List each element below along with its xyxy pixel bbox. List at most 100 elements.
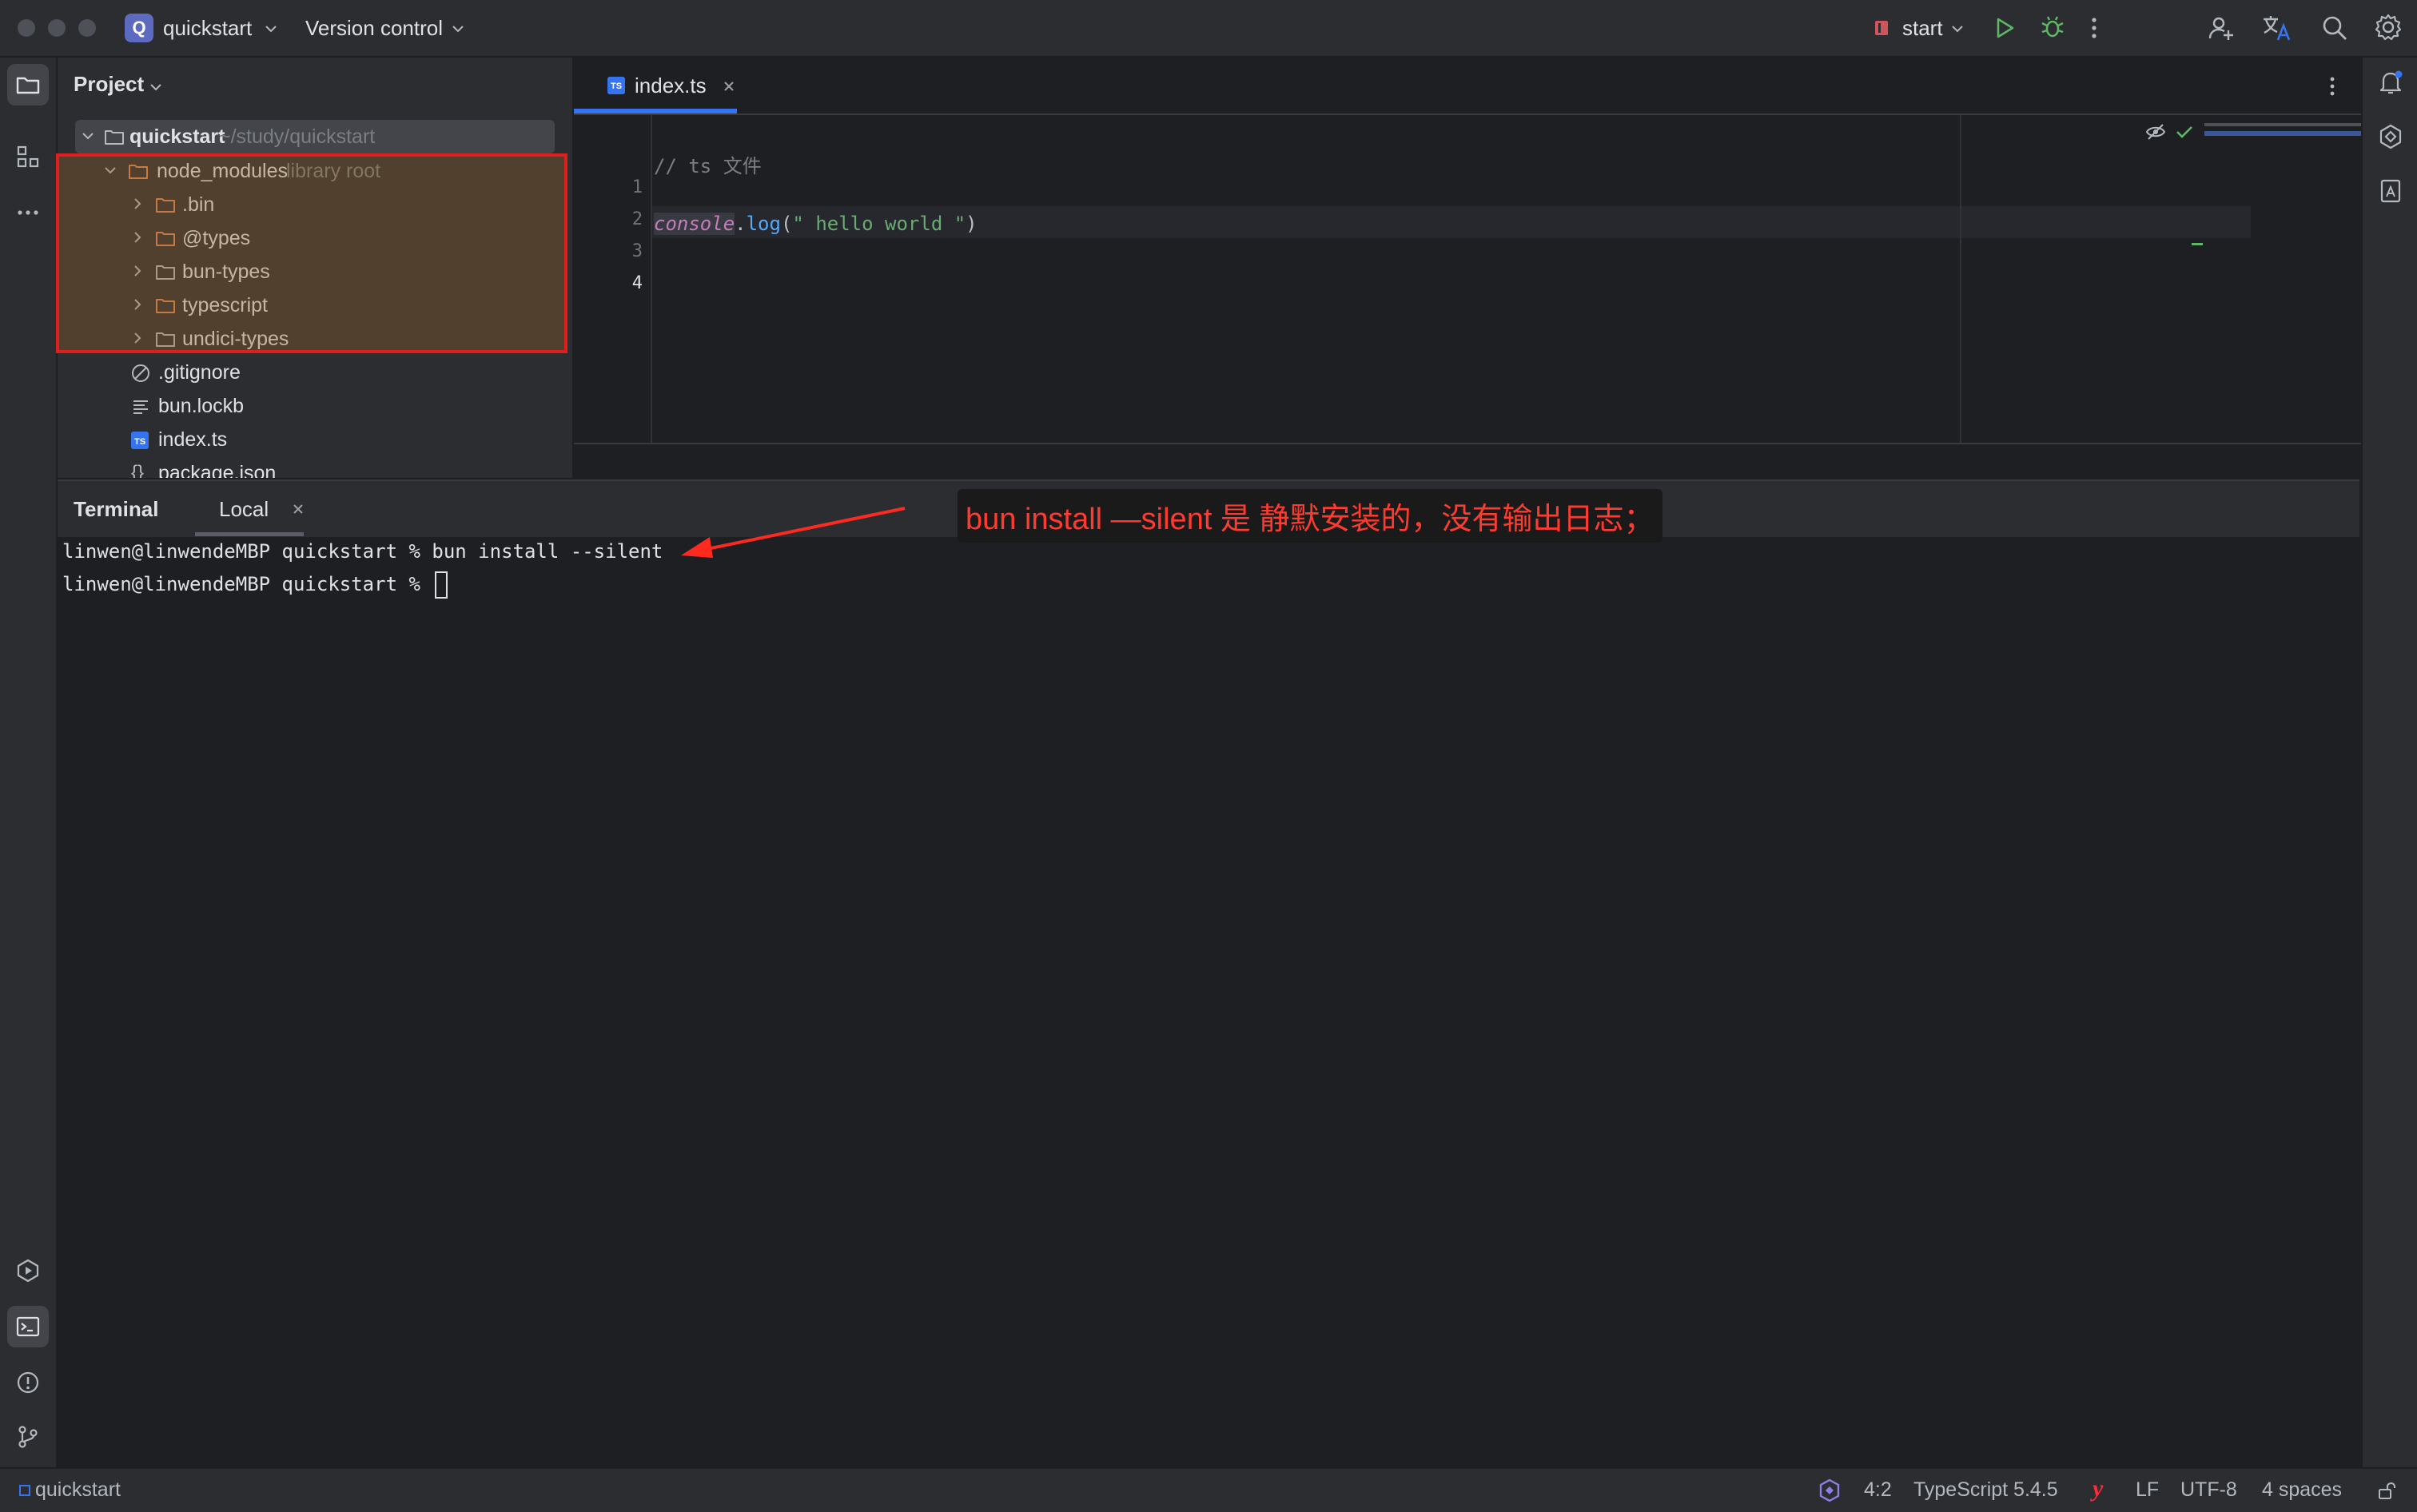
chevron-down-icon <box>265 26 277 33</box>
code-token-string: " hello world " <box>792 213 966 235</box>
file-name: .gitignore <box>158 361 241 384</box>
typescript-file-icon: TS <box>607 77 625 94</box>
check-icon[interactable] <box>2176 125 2193 139</box>
ignore-file-icon <box>132 364 149 382</box>
tree-row-package-json[interactable]: {} package.json <box>131 456 451 478</box>
terminal-output-line[interactable]: linwen@linwendeMBP quickstart % bun inst… <box>62 540 663 563</box>
services-icon <box>17 1259 39 1283</box>
version-control-menu[interactable]: Version control <box>305 16 443 41</box>
close-icon[interactable] <box>723 80 735 93</box>
window-minimize-button[interactable] <box>48 19 66 37</box>
annotation-arrow <box>681 507 906 558</box>
status-cursor-position[interactable]: 4:2 <box>1864 1478 1892 1502</box>
project-square-icon <box>19 1485 30 1496</box>
version-control-label: Version control <box>305 16 443 40</box>
status-encoding[interactable]: UTF-8 <box>2180 1478 2237 1502</box>
status-bar: quickstart 4:2 TypeScript 5.4.5 y LF UTF… <box>0 1467 2417 1512</box>
file-name: index.ts <box>158 428 228 451</box>
code-token-paren: ) <box>966 213 978 235</box>
project-panel-title-text: Project <box>74 72 145 96</box>
annotation-callout: bun install —silent 是 静默安装的，没有输出日志； <box>958 489 1662 543</box>
right-tool-strip <box>2361 58 2417 1467</box>
tree-row-gitignore[interactable]: .gitignore <box>131 356 451 389</box>
project-panel-title[interactable]: Project <box>74 72 144 97</box>
status-language[interactable]: TypeScript 5.4.5 <box>1913 1478 2058 1502</box>
tree-row-root[interactable]: quickstart ~/study/quickstart <box>75 120 555 153</box>
status-project[interactable]: quickstart <box>35 1478 121 1502</box>
window-zoom-button[interactable] <box>78 19 96 37</box>
minimap-viewport[interactable] <box>2204 131 2361 136</box>
terminal-tab-label: Local <box>219 497 269 521</box>
window-close-button[interactable] <box>18 19 35 37</box>
terminal-icon <box>16 1316 40 1337</box>
structure-tool-button[interactable] <box>7 136 49 177</box>
project-badge[interactable]: Q <box>125 14 153 42</box>
project-selector[interactable]: quickstart <box>163 16 252 41</box>
line-number: 2 <box>631 209 643 229</box>
project-name: quickstart <box>163 16 253 40</box>
tree-row-bun-lockb[interactable]: bun.lockb <box>131 389 451 423</box>
notifications-icon[interactable] <box>2377 69 2404 96</box>
terminal-tab-local[interactable]: Local <box>195 481 336 537</box>
git-branch-icon <box>18 1426 38 1448</box>
status-indent[interactable]: 4 spaces <box>2262 1478 2342 1502</box>
line-number: 3 <box>631 241 643 261</box>
run-config-label: start <box>1902 16 1943 40</box>
add-user-icon[interactable] <box>2208 14 2235 42</box>
reader-mode-icon[interactable] <box>2145 123 2166 141</box>
highlight-annotation-box <box>56 153 567 353</box>
more-vertical-icon[interactable] <box>2327 75 2337 97</box>
problems-tool-button[interactable] <box>7 1362 49 1403</box>
ai-assistant-icon[interactable] <box>1818 1478 1842 1502</box>
run-config-selector[interactable]: start <box>1902 16 1943 41</box>
debug-icon[interactable] <box>2040 14 2065 40</box>
problems-icon <box>17 1371 39 1394</box>
folder-icon <box>16 77 40 94</box>
line-number: 1 <box>631 177 643 197</box>
translate-icon[interactable] <box>2262 14 2292 42</box>
bookmarks-icon[interactable] <box>2377 177 2404 205</box>
project-tool-button[interactable] <box>7 64 49 105</box>
code-token-object: console <box>654 213 735 235</box>
active-tab-indicator <box>195 532 304 536</box>
code-line-2[interactable]: // ts 文件 <box>654 150 762 178</box>
more-tools-button[interactable] <box>7 192 49 233</box>
code-token-paren: ( <box>780 213 793 235</box>
code-line-4[interactable]: console.log(" hello world ") <box>654 213 978 235</box>
chevron-down-icon <box>1952 26 1963 33</box>
chevron-down-icon <box>150 84 161 91</box>
run-icon[interactable] <box>1993 16 2016 40</box>
root-folder-name: quickstart <box>129 125 225 148</box>
terminal-panel: Terminal Local linwen@linwendeMBP quicks… <box>58 479 2359 1469</box>
terminal-tool-button[interactable] <box>7 1306 49 1347</box>
ai-assistant-icon[interactable] <box>2377 123 2404 150</box>
services-tool-button[interactable] <box>7 1250 49 1291</box>
search-icon[interactable] <box>2321 14 2348 42</box>
file-name: bun.lockb <box>158 395 245 417</box>
editor-horizontal-scrollbar[interactable] <box>574 443 2361 479</box>
folder-icon <box>105 130 124 145</box>
bun-config-icon <box>1875 21 1888 35</box>
git-tool-button[interactable] <box>7 1416 49 1458</box>
close-icon[interactable] <box>293 503 304 515</box>
json-file-icon: {} <box>131 462 145 478</box>
yarn-pnp-icon[interactable]: y <box>2092 1475 2103 1502</box>
code-token-dot: . <box>735 213 747 235</box>
settings-gear-icon[interactable] <box>2374 13 2403 42</box>
status-line-ending[interactable]: LF <box>2136 1478 2159 1502</box>
more-vertical-icon[interactable] <box>2089 16 2099 40</box>
line-number-gutter: 1 2 3 4 <box>574 115 652 499</box>
minimap-line <box>2204 123 2361 126</box>
editor-tab-bar: TS index.ts <box>574 58 2361 115</box>
left-tool-strip <box>0 58 58 1467</box>
active-tab-indicator <box>574 109 737 113</box>
terminal-prompt: linwen@linwendeMBP quickstart % <box>62 573 432 595</box>
right-margin-guide <box>1960 115 1961 499</box>
title-bar: Q quickstart Version control start <box>0 0 2417 58</box>
root-folder-path: ~/study/quickstart <box>219 125 376 148</box>
tree-row-index-ts[interactable]: TS index.ts <box>131 423 451 456</box>
terminal-title: Terminal <box>74 497 159 521</box>
lock-icon[interactable] <box>2377 1482 2396 1501</box>
terminal-prompt-line[interactable]: linwen@linwendeMBP quickstart % <box>62 571 448 599</box>
change-marker <box>2192 243 2203 245</box>
